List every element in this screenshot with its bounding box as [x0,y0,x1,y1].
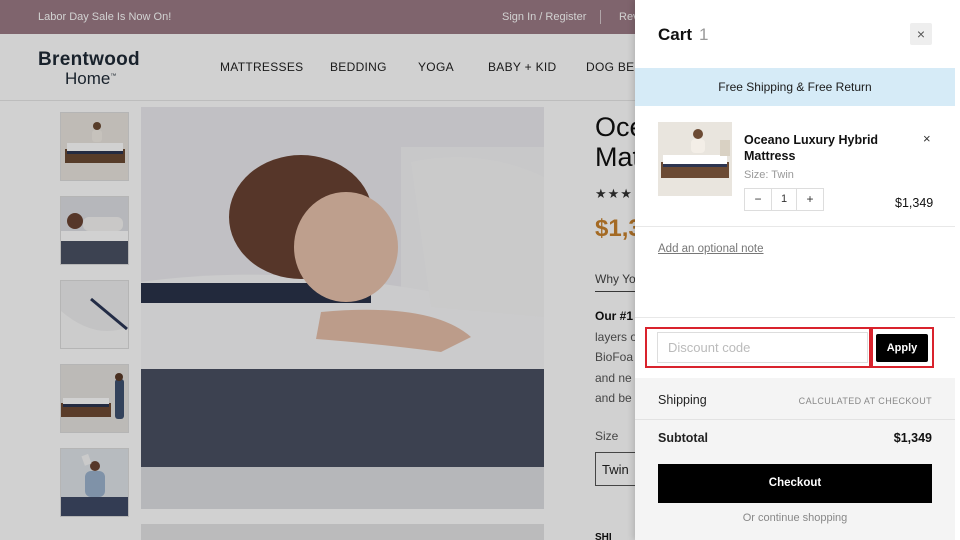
apply-discount-button[interactable]: Apply [876,334,928,362]
shipping-label: Shipping [658,393,707,407]
cart-title: Cart [658,25,693,44]
cart-item-image[interactable] [658,122,732,196]
free-shipping-banner: Free Shipping & Free Return [635,68,955,106]
checkout-button[interactable]: Checkout [658,464,932,503]
discount-code-input[interactable] [657,332,868,363]
quantity-stepper: − 1 + [744,188,824,211]
cart-item-name[interactable]: Oceano Luxury Hybrid Mattress [744,132,904,164]
mattress-thumbnail-image [658,122,732,196]
continue-shopping-link[interactable]: Or continue shopping [635,512,955,524]
divider [635,419,955,420]
subtotal-label: Subtotal [658,431,708,445]
cart-item-size: Size: Twin [744,169,794,181]
subtotal-value: $1,349 [893,431,932,445]
cart-header: Cart 1 × [635,0,960,68]
quantity-input[interactable]: 1 [771,189,797,210]
increase-quantity-button[interactable]: + [797,189,823,210]
close-cart-button[interactable]: × [910,23,932,45]
cart-item-price: $1,349 [895,196,934,210]
decrease-quantity-button[interactable]: − [745,189,771,210]
divider [635,226,955,227]
discount-highlight [645,327,871,368]
cart-drawer: Cart 1 × Free Shipping & Free Return Oce… [635,0,960,540]
apply-highlight: Apply [871,327,934,368]
close-icon: × [916,26,926,42]
divider [635,317,955,318]
add-note-link[interactable]: Add an optional note [658,243,764,255]
cart-item-count: 1 [699,25,709,44]
remove-item-icon[interactable]: × [923,131,931,146]
shipping-value: CALCULATED AT CHECKOUT [798,396,932,406]
